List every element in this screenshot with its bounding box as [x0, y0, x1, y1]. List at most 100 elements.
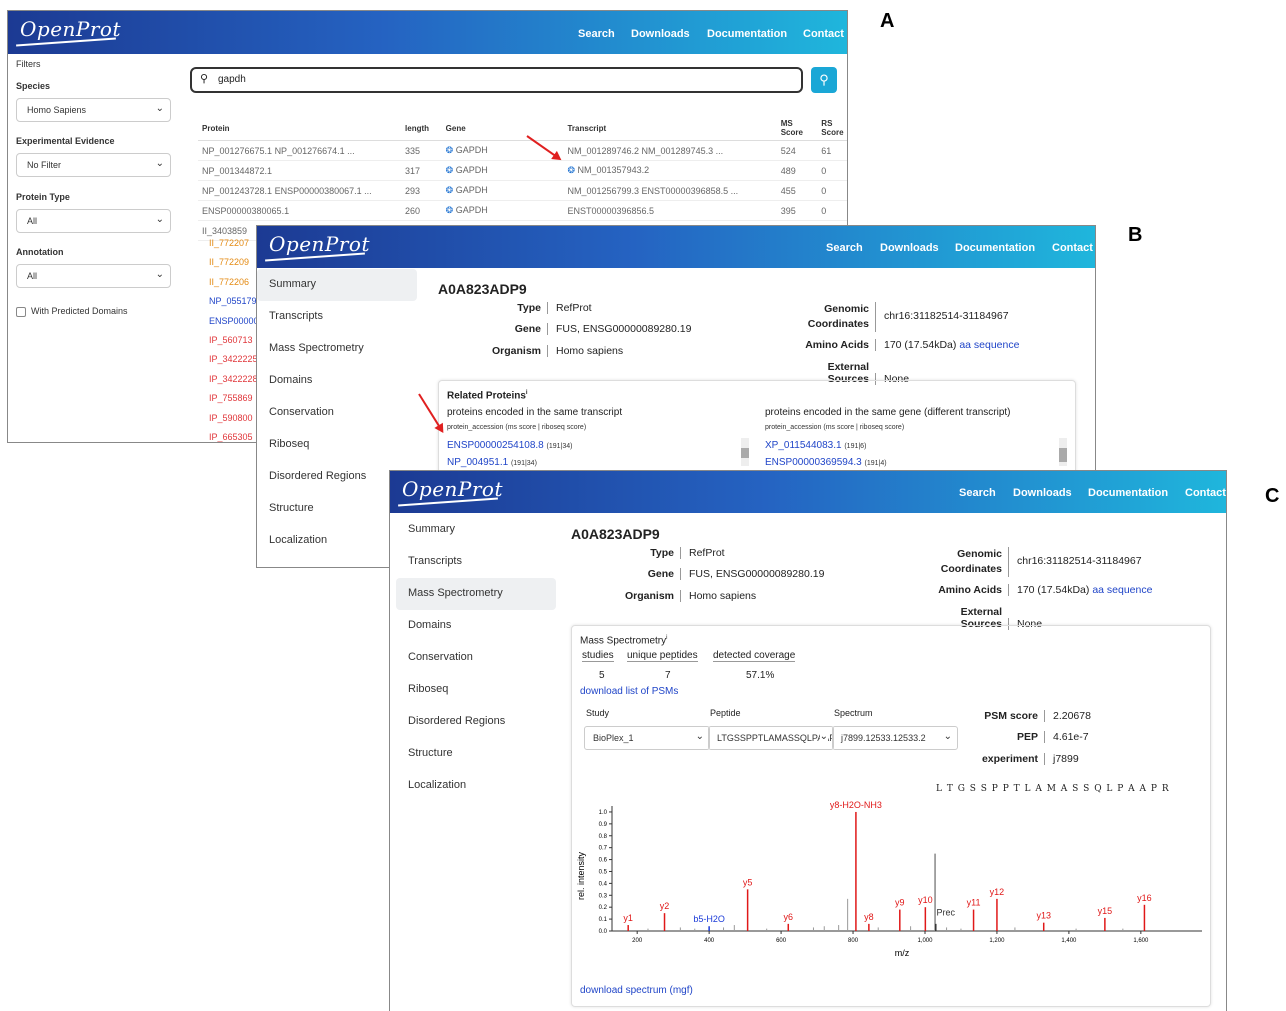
protein-cell[interactable]: NP_001243728.1 ENSP00000380067.1 ... [198, 180, 402, 201]
gene-cell[interactable]: ❂ GAPDH [441, 180, 564, 201]
stat-peptides-head: unique peptides [627, 650, 698, 662]
sidebar-item-conservation[interactable]: Conservation [257, 397, 417, 429]
stat-studies-value: 5 [599, 670, 605, 681]
peptide-select[interactable]: LTGSSPPTLAMASSQLPAAPR ⌄ [708, 726, 834, 750]
protein-link[interactable]: II_772206 [209, 277, 259, 296]
nav-contact[interactable]: Contact [1185, 487, 1226, 499]
sidebar-item-transcripts[interactable]: Transcripts [396, 546, 556, 578]
table-row[interactable]: ENSP00000380065.1 260 ❂ GAPDH ENST000003968… [198, 200, 847, 221]
peak-label: y10 [918, 895, 933, 905]
gene-cell[interactable]: ❂ GAPDH [441, 200, 564, 221]
nav-documentation[interactable]: Documentation [1088, 487, 1168, 499]
x-tick-label: 1,000 [917, 938, 933, 944]
protein-link[interactable]: II_772209 [209, 257, 259, 276]
protein-cell[interactable]: NP_001276675.1 NP_001276674.1 ... [198, 140, 402, 161]
predicted-domains-checkbox[interactable] [16, 306, 26, 317]
sidebar-item-domains[interactable]: Domains [257, 365, 417, 397]
gene-field: Gene FUS, ENSG00000089280.19 [647, 568, 825, 580]
sidebar-item-transcripts[interactable]: Transcripts [257, 301, 417, 333]
transcript-cell[interactable]: ENST00000396856.5 [563, 200, 777, 221]
sidebar-item-conservation[interactable]: Conservation [396, 642, 556, 674]
sidebar-item-summary[interactable]: Summary [396, 514, 556, 546]
transcript-cell[interactable]: NM_001256799.3 ENST00000396858.5 ... [563, 180, 777, 201]
sidebar-item-structure[interactable]: Structure [396, 738, 556, 770]
sidebar-item-riboseq[interactable]: Riboseq [396, 674, 556, 706]
nav-documentation[interactable]: Documentation [955, 242, 1035, 254]
species-select[interactable]: Homo Sapiens ⌄ [16, 98, 171, 122]
col-protein[interactable]: Protein [198, 116, 402, 141]
filter-label-species: Species [16, 81, 51, 91]
protein-link[interactable]: IP_590800 [209, 413, 259, 432]
protein-link[interactable]: ENSP00000369594.3 [765, 457, 862, 468]
nav-downloads[interactable]: Downloads [880, 242, 939, 254]
transcript-cell[interactable]: ❂ NM_001357943.2 [563, 160, 777, 181]
nav-documentation[interactable]: Documentation [707, 28, 787, 40]
protein-type-select[interactable]: All ⌄ [16, 209, 171, 233]
transcript-cell[interactable]: NM_001289746.2 NM_001289745.3 ... [563, 140, 777, 161]
protein-link[interactable]: ENSP00000254108.8 [447, 440, 544, 451]
protein-link[interactable]: IP_3422225 [209, 354, 259, 373]
protein-cell[interactable]: NP_001344872.1 [198, 160, 402, 181]
stat-coverage-value: 57.1% [746, 670, 775, 681]
checkbox-label: With Predicted Domains [31, 306, 128, 316]
protein-link[interactable]: IP_560713 [209, 335, 259, 354]
protein-link[interactable]: NP_055179. [209, 296, 259, 315]
aa-sequence-link[interactable]: aa sequence [1092, 584, 1152, 596]
table-row[interactable]: NP_001276675.1 NP_001276674.1 ... 335 ❂ GA… [198, 140, 847, 161]
nav-downloads[interactable]: Downloads [1013, 487, 1072, 499]
col-gene[interactable]: Gene [441, 116, 564, 141]
protein-link[interactable]: NP_004951.1 [447, 457, 508, 468]
nav-contact[interactable]: Contact [803, 28, 844, 40]
sidebar-item-domains[interactable]: Domains [396, 610, 556, 642]
rs-score-cell: 0 [817, 160, 847, 181]
scrollbar-left[interactable] [741, 438, 749, 466]
search-input[interactable]: ⚲ gapdh [190, 67, 803, 93]
x-tick-label: 800 [848, 938, 859, 944]
sidebar-item-mass-spectrometry[interactable]: Mass Spectrometry [396, 578, 556, 610]
protein-link[interactable]: IP_3422228 [209, 374, 259, 393]
protein-link[interactable]: XP_011544083.1 [765, 440, 842, 451]
download-spectrum-link[interactable]: download spectrum (mgf) [580, 985, 693, 996]
col-rs-score[interactable]: RS Score [817, 116, 847, 141]
study-select[interactable]: BioPlex_1 ⌄ [584, 726, 710, 750]
nav-search[interactable]: Search [826, 242, 863, 254]
spectrum-select[interactable]: j7899.12533.12533.2 ⌄ [832, 726, 958, 750]
sidebar-item-mass-spectrometry[interactable]: Mass Spectrometry [257, 333, 417, 365]
protein-cell[interactable]: ENSP00000380065.1 [198, 200, 402, 221]
gene-icon: ❂ [445, 165, 456, 175]
table-row[interactable]: NP_001344872.1 317 ❂ GAPDH ❂ NM_001357943.2… [198, 160, 847, 181]
sidebar-item-summary[interactable]: Summary [257, 269, 417, 301]
aa-sequence-link[interactable]: aa sequence [959, 339, 1019, 351]
ms-score-cell: 455 [776, 180, 818, 201]
y-tick-label: 1.0 [599, 810, 608, 816]
evidence-select[interactable]: No Filter ⌄ [16, 153, 171, 177]
sidebar-item-localization[interactable]: Localization [396, 770, 556, 802]
gene-cell[interactable]: ❂ GAPDH [441, 160, 564, 181]
nav-contact[interactable]: Contact [1052, 242, 1093, 254]
col-transcript[interactable]: Transcript [563, 116, 777, 141]
legend-right: protein_accession (ms score | riboseq sc… [765, 424, 905, 431]
sidebar-item-disordered-regions[interactable]: Disordered Regions [396, 706, 556, 738]
filter-label-protein-type: Protein Type [16, 192, 70, 202]
rs-score-cell: 0 [817, 180, 847, 201]
annotation-select[interactable]: All ⌄ [16, 264, 171, 288]
protein-link[interactable]: ENSP00000 [209, 316, 259, 335]
sidebar-item-riboseq[interactable]: Riboseq [257, 429, 417, 461]
peak-label: Prec [937, 908, 956, 918]
protein-link[interactable]: IP_665305 [209, 432, 259, 442]
table-row[interactable]: NP_001243728.1 ENSP00000380067.1 ... 293 ❂… [198, 180, 847, 201]
search-button[interactable]: ⚲ [811, 67, 837, 93]
col-length[interactable]: length [401, 116, 442, 141]
download-psms-link[interactable]: download list of PSMs [580, 686, 678, 697]
protein-link[interactable]: IP_755869 [209, 393, 259, 412]
peptide-label: Peptide [710, 708, 741, 718]
protein-link[interactable]: II_772207 [209, 238, 259, 257]
list-item: XP_011544083.1 (191|6) [765, 440, 867, 451]
nav-downloads[interactable]: Downloads [631, 28, 690, 40]
scrollbar-right[interactable] [1059, 438, 1067, 466]
col-ms-score[interactable]: MS Score [776, 116, 818, 141]
nav-search[interactable]: Search [959, 487, 996, 499]
search-value: gapdh [218, 74, 246, 85]
chevron-down-icon: ⌄ [155, 214, 164, 225]
nav-search[interactable]: Search [578, 28, 615, 40]
